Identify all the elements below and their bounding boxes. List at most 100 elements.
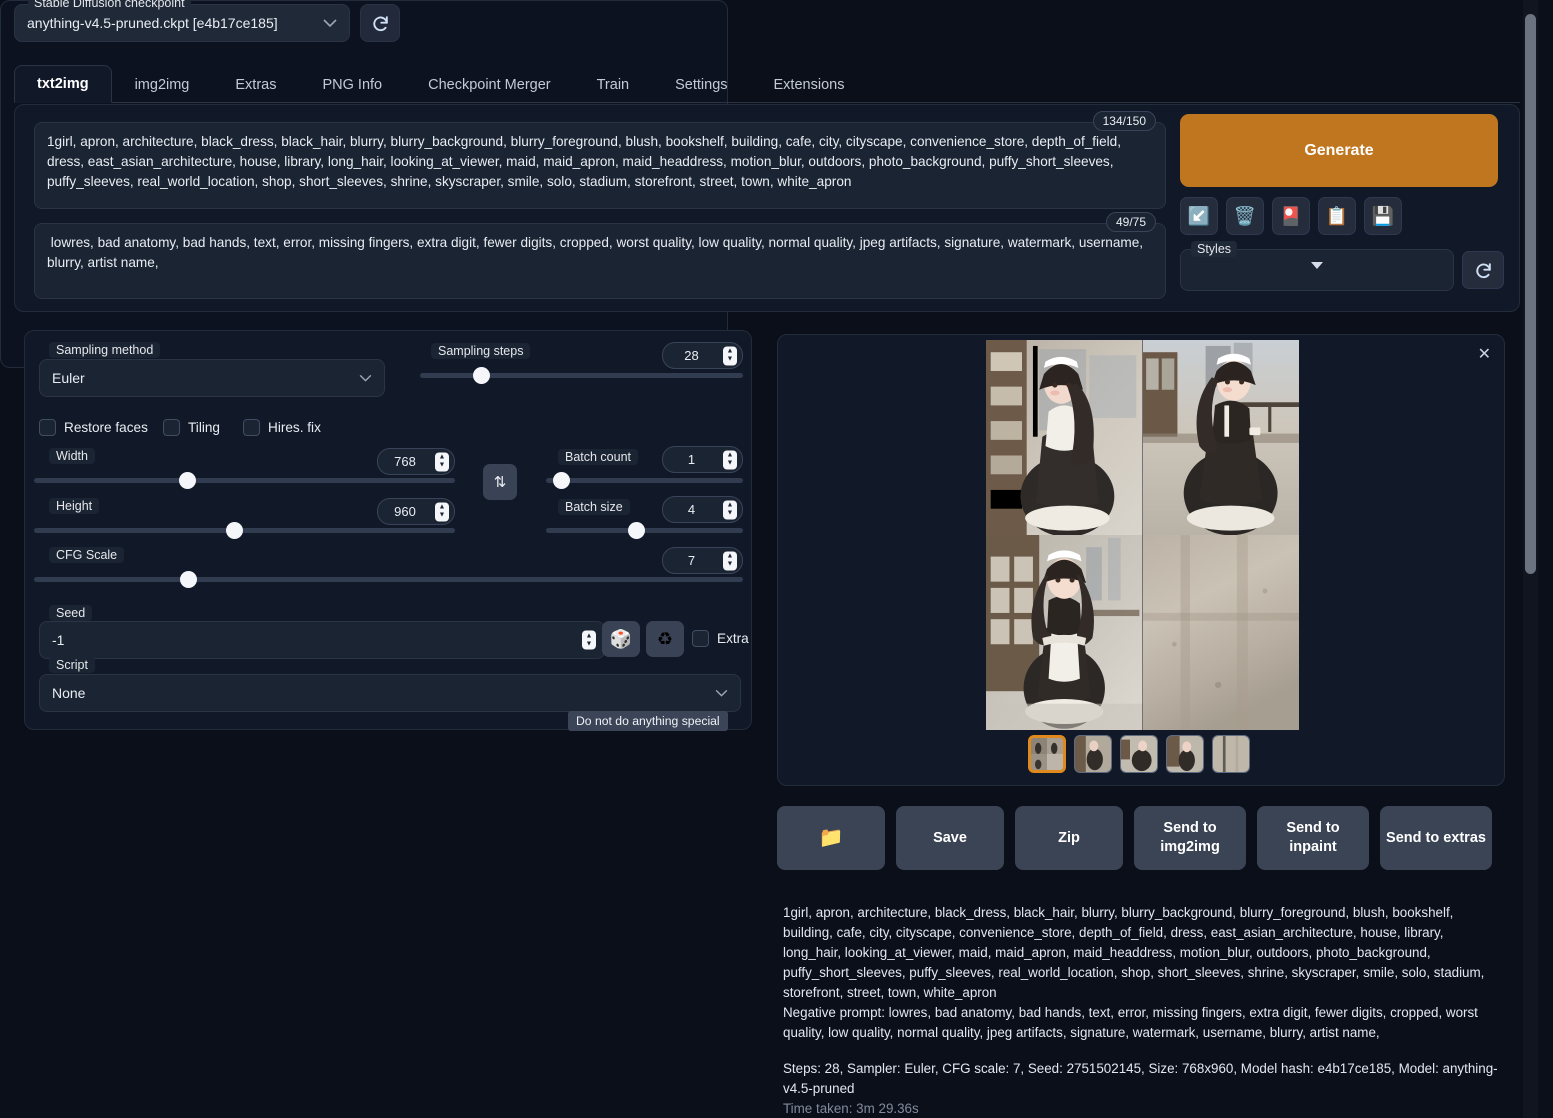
refresh-styles-button[interactable]: [1462, 251, 1504, 289]
scrollbar-thumb[interactable]: [1525, 14, 1536, 574]
script-select[interactable]: None: [39, 674, 741, 712]
tab-extensions[interactable]: Extensions: [751, 66, 868, 103]
batch-count-stepper[interactable]: ▲ ▼: [723, 450, 737, 469]
refresh-checkpoints-button[interactable]: [360, 4, 400, 42]
settings-panel: Sampling method Euler Sampling steps 28 …: [24, 330, 752, 730]
cfg-scale-knob[interactable]: [180, 571, 197, 588]
negative-prompt-wrapper: 49/75 lowres, bad anatomy, bad hands, te…: [34, 212, 1166, 299]
seed-stepper[interactable]: ▲ ▼: [582, 630, 596, 650]
tab-settings[interactable]: Settings: [652, 66, 750, 103]
thumbnail-grid[interactable]: [1028, 735, 1066, 773]
tab-checkpoint-merger[interactable]: Checkpoint Merger: [405, 66, 574, 103]
reuse-seed-button[interactable]: ♻: [646, 621, 684, 657]
width-knob[interactable]: [179, 472, 196, 489]
thumbnail-3[interactable]: [1166, 735, 1204, 773]
batch-count-knob[interactable]: [553, 472, 570, 489]
hires-fix-checkbox[interactable]: [243, 419, 260, 436]
script-label: Script: [49, 657, 95, 673]
tab-img2img[interactable]: img2img: [112, 66, 213, 103]
batch-count-number: 1: [687, 452, 696, 467]
batch-size-number: 4: [687, 502, 696, 517]
batch-size-slider[interactable]: [546, 522, 743, 539]
styles-dropdown[interactable]: Styles: [1180, 241, 1454, 291]
sampling-steps-knob[interactable]: [473, 367, 490, 384]
apply-style-button[interactable]: 📋: [1318, 197, 1356, 235]
sampling-steps-stepper[interactable]: ▲ ▼: [723, 346, 737, 365]
extra-seed-row[interactable]: Extra: [692, 630, 749, 647]
result-image-2[interactable]: [1142, 340, 1299, 535]
random-seed-button[interactable]: 🎲: [602, 621, 640, 657]
cfg-scale-stepper[interactable]: ▲ ▼: [723, 551, 737, 570]
batch-size-knob[interactable]: [628, 522, 645, 539]
close-icon[interactable]: ✕: [1478, 347, 1491, 363]
thumbnail-2[interactable]: [1120, 735, 1158, 773]
restore-faces-label: Restore faces: [64, 420, 148, 435]
save-style-button[interactable]: 💾: [1364, 197, 1402, 235]
cfg-scale-value[interactable]: 7 ▲ ▼: [662, 547, 743, 574]
width-stepper[interactable]: ▲ ▼: [435, 452, 449, 471]
height-label: Height: [49, 498, 100, 514]
restore-progress-button[interactable]: ↙️: [1180, 197, 1218, 235]
geninfo-time: Time taken: 3m 29.36s: [783, 1101, 919, 1116]
extra-seed-checkbox[interactable]: [692, 630, 709, 647]
generate-button[interactable]: Generate: [1180, 114, 1498, 187]
zip-button[interactable]: Zip: [1015, 806, 1123, 870]
save-button[interactable]: Save: [896, 806, 1004, 870]
tiling-row[interactable]: Tiling: [163, 419, 220, 436]
positive-prompt-input[interactable]: 1girl, apron, architecture, black_dress,…: [34, 122, 1166, 209]
result-image-3[interactable]: [986, 535, 1143, 730]
tab-txt2img[interactable]: txt2img: [14, 65, 112, 103]
negative-prompt-input[interactable]: lowres, bad anatomy, bad hands, text, er…: [34, 223, 1166, 299]
tiling-checkbox[interactable]: [163, 419, 180, 436]
batch-count-value[interactable]: 1 ▲ ▼: [662, 446, 743, 473]
sampling-steps-value[interactable]: 28 ▲ ▼: [662, 342, 743, 369]
result-image-4[interactable]: [1142, 535, 1299, 730]
refresh-icon: [1475, 262, 1491, 278]
tab-extras[interactable]: Extras: [212, 66, 299, 103]
batch-size-value[interactable]: 4 ▲ ▼: [662, 496, 743, 523]
blurred-background-image: [1142, 535, 1299, 730]
height-number: 960: [394, 504, 416, 519]
width-value[interactable]: 768 ▲ ▼: [377, 448, 455, 475]
gallery-actions: 📁 Save Zip Send to img2img Send to inpai…: [777, 806, 1492, 870]
send-to-inpaint-button[interactable]: Send to inpaint: [1257, 806, 1369, 870]
checkpoint-label: Stable Diffusion checkpoint: [28, 0, 191, 11]
hires-fix-label: Hires. fix: [268, 420, 321, 435]
width-slider[interactable]: [34, 472, 455, 489]
height-value[interactable]: 960 ▲ ▼: [377, 498, 455, 525]
seed-input[interactable]: -1 ▲ ▼: [39, 621, 605, 659]
sampling-steps-slider[interactable]: [420, 367, 743, 384]
page-scrollbar[interactable]: [1523, 0, 1538, 1118]
maid-image-3: [986, 535, 1143, 730]
open-folder-button[interactable]: 📁: [777, 806, 885, 870]
send-to-img2img-button[interactable]: Send to img2img: [1134, 806, 1246, 870]
seed-label: Seed: [49, 605, 93, 621]
batch-size-stepper[interactable]: ▲ ▼: [723, 500, 737, 519]
height-knob[interactable]: [226, 522, 243, 539]
thumbnail-4[interactable]: [1212, 735, 1250, 773]
hires-fix-row[interactable]: Hires. fix: [243, 419, 321, 436]
restore-faces-row[interactable]: Restore faces: [39, 419, 148, 436]
clear-prompt-button[interactable]: 🗑️: [1226, 197, 1264, 235]
tab-png-info[interactable]: PNG Info: [299, 66, 405, 103]
thumbnail-1[interactable]: [1074, 735, 1112, 773]
sampling-method-select[interactable]: Euler: [39, 359, 385, 397]
geninfo-params: Steps: 28, Sampler: Euler, CFG scale: 7,…: [783, 1061, 1498, 1096]
floppy-disk-icon: 💾: [1371, 206, 1395, 226]
checkpoint-select-wrapper: Stable Diffusion checkpoint anything-v4.…: [14, 0, 350, 42]
swap-dimensions-button[interactable]: ⇅: [483, 464, 517, 500]
batch-count-slider[interactable]: [546, 472, 743, 489]
height-slider[interactable]: [34, 522, 455, 539]
main-tabs: txt2img img2img Extras PNG Info Checkpoi…: [14, 62, 1520, 103]
checkpoint-bar: Stable Diffusion checkpoint anything-v4.…: [14, 0, 400, 42]
height-stepper[interactable]: ▲ ▼: [435, 502, 449, 521]
cfg-scale-slider[interactable]: [34, 571, 743, 588]
restore-faces-checkbox[interactable]: [39, 419, 56, 436]
sampling-steps-label: Sampling steps: [431, 343, 531, 359]
extra-networks-button[interactable]: 🎴: [1272, 197, 1310, 235]
result-image-grid[interactable]: [986, 340, 1299, 730]
sampling-method-value: Euler: [52, 370, 85, 386]
send-to-extras-button[interactable]: Send to extras: [1380, 806, 1492, 870]
result-image-1[interactable]: [986, 340, 1143, 535]
tab-train[interactable]: Train: [574, 66, 653, 103]
